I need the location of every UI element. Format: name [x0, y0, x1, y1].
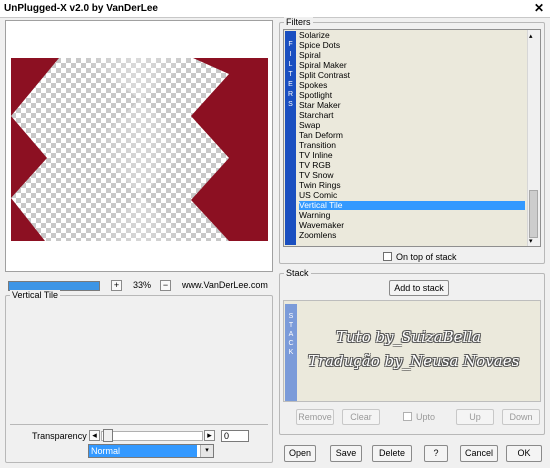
filter-item[interactable]: US Comic — [299, 191, 525, 200]
upto-label: Upto — [416, 412, 436, 422]
transparency-value-input[interactable]: 0 — [221, 430, 249, 442]
strip-letter: S — [288, 101, 293, 108]
window-title: UnPlugged-X v2.0 by VanDerLee — [4, 3, 158, 14]
filter-item[interactable]: Star Maker — [299, 101, 525, 110]
delete-button[interactable]: Delete — [372, 445, 412, 462]
up-button[interactable]: Up — [456, 409, 494, 425]
divider — [10, 424, 268, 425]
help-button[interactable]: ? — [424, 445, 448, 462]
transparency-decrease-button[interactable]: ◂ — [89, 430, 100, 441]
transparency-label: Transparency — [32, 431, 87, 441]
progress-fill — [9, 282, 99, 290]
filters-scroll-thumb[interactable] — [529, 190, 538, 238]
filter-item[interactable]: Transition — [299, 141, 525, 150]
strip-letter: S — [288, 313, 294, 320]
scroll-down-icon[interactable]: ▾ — [529, 237, 533, 245]
filter-item[interactable]: Warning — [299, 211, 525, 220]
filter-item[interactable]: Swap — [299, 121, 525, 130]
preview-image[interactable] — [11, 58, 268, 241]
filter-item[interactable]: Solarize — [299, 31, 525, 40]
close-button[interactable]: ✕ — [532, 2, 546, 15]
chevron-down-icon[interactable]: ▾ — [200, 445, 213, 457]
filter-settings-title: Vertical Tile — [10, 290, 61, 300]
stack-strip-letters: STACK — [285, 312, 297, 357]
strip-letter: K — [288, 349, 294, 356]
filter-item[interactable]: Vertical Tile — [299, 201, 525, 210]
filter-item[interactable]: Starchart — [299, 111, 525, 120]
upto-checkbox[interactable] — [403, 412, 412, 421]
filter-item[interactable]: Spiral Maker — [299, 61, 525, 70]
filter-item[interactable]: Zoomlens — [299, 231, 525, 240]
transparency-slider-track[interactable] — [101, 431, 203, 441]
filter-item[interactable]: Split Contrast — [299, 71, 525, 80]
strip-letter: E — [288, 81, 293, 88]
strip-letter: C — [288, 340, 294, 347]
filter-item[interactable]: Twin Rings — [299, 181, 525, 190]
filter-item[interactable]: TV RGB — [299, 161, 525, 170]
preview-pattern — [11, 58, 268, 241]
zoom-level: 33% — [133, 280, 152, 290]
transparency-slider-thumb[interactable] — [103, 429, 113, 442]
strip-letter: F — [288, 41, 293, 48]
on-top-of-stack-checkbox[interactable] — [383, 252, 392, 261]
stack-list — [283, 300, 541, 402]
zoom-in-button[interactable]: + — [111, 280, 122, 291]
filter-item[interactable]: Spiral — [299, 51, 525, 60]
filter-item[interactable]: Spokes — [299, 81, 525, 90]
open-button[interactable]: Open — [284, 445, 316, 462]
filter-item[interactable]: TV Snow — [299, 171, 525, 180]
website-link[interactable]: www.VanDerLee.com — [182, 280, 268, 290]
strip-letter: I — [289, 51, 292, 58]
preview-panel — [5, 20, 273, 272]
strip-letter: T — [288, 71, 293, 78]
add-to-stack-button[interactable]: Add to stack — [389, 280, 449, 296]
strip-letter: A — [288, 331, 294, 338]
cancel-button[interactable]: Cancel — [460, 445, 498, 462]
clear-button[interactable]: Clear — [342, 409, 380, 425]
scroll-up-icon[interactable]: ▴ — [529, 32, 533, 40]
filter-item[interactable]: Tan Deform — [299, 131, 525, 140]
filter-item[interactable]: Wavemaker — [299, 221, 525, 230]
on-top-of-stack-label: On top of stack — [396, 252, 457, 262]
zoom-out-button[interactable]: − — [160, 280, 171, 291]
stack-title: Stack — [284, 268, 311, 278]
watermark-line-1: Tuto by_SuizaBella — [336, 328, 482, 346]
ok-button[interactable]: OK — [506, 445, 542, 462]
blend-mode-value: Normal — [89, 445, 197, 457]
strip-letter: L — [288, 61, 293, 68]
watermark-line-2: Tradução by_Neusa Novaes — [308, 352, 520, 370]
filter-item[interactable]: Spotlight — [299, 91, 525, 100]
filters-strip-letters: FILTERS — [285, 40, 296, 110]
filter-item[interactable]: Spice Dots — [299, 41, 525, 50]
filters-title: Filters — [284, 17, 313, 27]
strip-letter: R — [287, 91, 294, 98]
transparency-increase-button[interactable]: ▸ — [204, 430, 215, 441]
filter-item[interactable]: TV Inline — [299, 151, 525, 160]
save-button[interactable]: Save — [330, 445, 362, 462]
strip-letter: T — [288, 322, 294, 329]
down-button[interactable]: Down — [502, 409, 540, 425]
remove-button[interactable]: Remove — [296, 409, 334, 425]
